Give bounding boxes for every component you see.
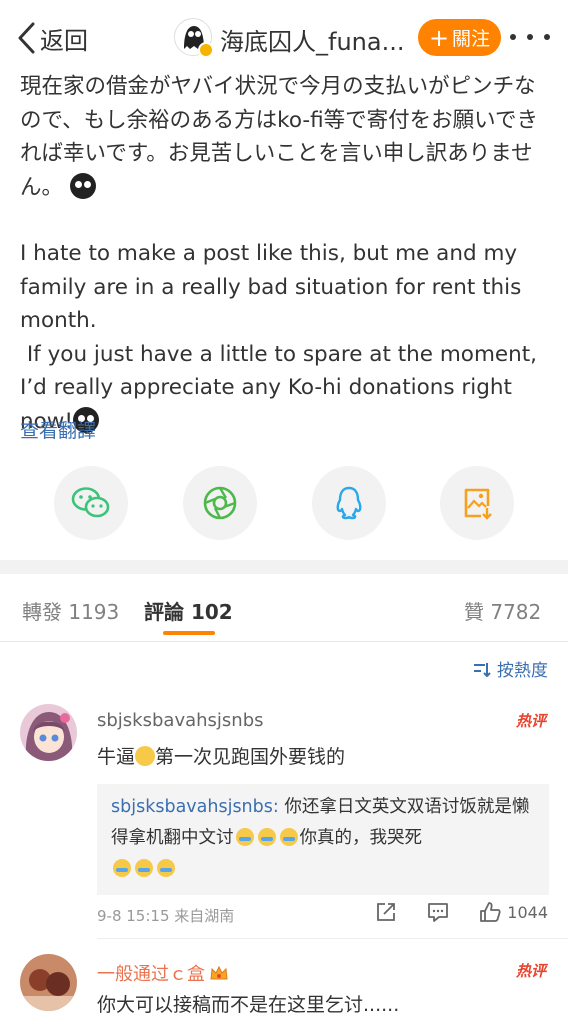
wechat-icon bbox=[71, 487, 110, 518]
crying-emoji-icon bbox=[257, 828, 276, 846]
crown-badge-icon bbox=[210, 965, 228, 980]
post-text-english-2: If you just have a little to spare at th… bbox=[20, 338, 550, 439]
reply-username[interactable]: sbjsksbavahsjsnbs: bbox=[111, 797, 279, 817]
crying-emoji-icon bbox=[157, 859, 175, 877]
hot-comment-badge: 热评 bbox=[515, 962, 546, 980]
more-options-button[interactable] bbox=[510, 26, 550, 48]
qq-icon bbox=[336, 486, 362, 520]
user-photo-avatar-icon bbox=[20, 954, 77, 1011]
more-dot-icon bbox=[544, 34, 550, 40]
follow-label: 關注 bbox=[452, 28, 491, 50]
reply-comment-icon[interactable] bbox=[427, 901, 449, 923]
tab-comments[interactable]: 評論 102 bbox=[144, 596, 233, 625]
post-body: 現在家の借金がヤバイ状況で今月の支払いがピンチなので、もし余裕のある方はko-f… bbox=[20, 70, 550, 438]
comment-text-part-1: 牛逼 bbox=[97, 746, 136, 768]
share-moments-button[interactable] bbox=[183, 466, 257, 540]
active-tab-indicator bbox=[163, 631, 215, 635]
crying-emoji-icon bbox=[235, 828, 254, 846]
comment-text: 你大可以接稿而不是在这里乞讨...... bbox=[97, 994, 400, 1016]
thumbs-up-icon[interactable] bbox=[479, 901, 501, 923]
chevron-left-icon bbox=[18, 22, 35, 54]
post-text-japanese: 現在家の借金がヤバイ状況で今月の支払いがピンチなので、もし余裕のある方はko-f… bbox=[20, 70, 550, 204]
reply-text-part-2: 你真的，我哭死 bbox=[299, 828, 423, 848]
top-nav-bar: 返回 海底囚人_funa... + 關注 bbox=[0, 0, 568, 72]
tab-likes-label: 贊 bbox=[464, 600, 484, 624]
comment-source: 来自湖南 bbox=[174, 907, 235, 925]
plus-icon: + bbox=[428, 23, 450, 52]
moments-icon bbox=[203, 486, 237, 520]
commenter-avatar[interactable] bbox=[20, 954, 77, 1011]
view-translation-link[interactable]: 查看翻譯 bbox=[20, 416, 96, 443]
author-name[interactable]: 海底囚人_funa... bbox=[220, 22, 404, 57]
comment-separator bbox=[97, 938, 568, 939]
post-text-english-1: I hate to make a post like this, but me … bbox=[20, 241, 529, 333]
tab-reposts-count: 1193 bbox=[68, 600, 120, 624]
share-row bbox=[0, 466, 568, 542]
share-qq-button[interactable] bbox=[312, 466, 386, 540]
comment-text: 牛逼 第一次见跑国外要钱的 bbox=[97, 742, 345, 769]
tab-reposts-label: 轉發 bbox=[22, 600, 62, 624]
crying-emoji-icon bbox=[113, 859, 131, 877]
sort-label: 按熱度 bbox=[497, 661, 548, 681]
verified-badge-icon bbox=[198, 42, 214, 58]
crying-emoji-icon bbox=[69, 172, 96, 199]
laughing-emoji-icon bbox=[135, 746, 156, 766]
crying-emoji-icon bbox=[135, 859, 153, 877]
more-dot-icon bbox=[510, 34, 516, 40]
comment-time: 9-8 15:15 bbox=[97, 907, 170, 925]
tab-likes[interactable]: 贊 7782 bbox=[464, 596, 541, 625]
comment-actions: 1044 bbox=[345, 901, 548, 923]
anime-girl-avatar-icon bbox=[20, 704, 77, 761]
commenter-name[interactable]: sbjsksbavahsjsnbs bbox=[97, 710, 264, 731]
comment-meta: 9-8 15:15 来自湖南 bbox=[97, 905, 234, 926]
crying-emoji-icon bbox=[279, 828, 298, 846]
more-dot-icon bbox=[527, 34, 533, 40]
reply-preview[interactable]: sbjsksbavahsjsnbs: 你还拿日文英文双语讨饭就是懒得拿机翻中文讨… bbox=[97, 784, 549, 895]
share-out-icon[interactable] bbox=[375, 901, 397, 923]
sort-icon bbox=[474, 662, 491, 677]
hot-comment-badge: 热评 bbox=[515, 712, 546, 730]
follow-button[interactable]: + 關注 bbox=[418, 19, 501, 56]
sort-by-hotness-button[interactable]: 按熱度 bbox=[473, 656, 548, 681]
post-text-japanese-content: 現在家の借金がヤバイ状況で今月の支払いがピンチなので、もし余裕のある方はko-f… bbox=[20, 74, 539, 200]
interaction-tabs: 轉發 1193 評論 102 贊 7782 bbox=[0, 574, 568, 642]
commenter-name-text: 一般通过ｃ盒 bbox=[97, 964, 205, 985]
commenter-name[interactable]: 一般通过ｃ盒 bbox=[97, 960, 229, 986]
tab-comments-label: 評論 bbox=[144, 600, 184, 624]
tab-likes-count: 7782 bbox=[490, 600, 542, 624]
back-label: 返回 bbox=[40, 26, 88, 55]
back-button[interactable]: 返回 bbox=[16, 18, 88, 58]
tab-comments-count: 102 bbox=[190, 600, 233, 624]
save-image-button[interactable] bbox=[440, 466, 514, 540]
share-wechat-button[interactable] bbox=[54, 466, 128, 540]
commenter-avatar[interactable] bbox=[20, 704, 77, 761]
section-divider bbox=[0, 560, 568, 574]
save-image-icon bbox=[464, 488, 492, 520]
tab-reposts[interactable]: 轉發 1193 bbox=[22, 596, 119, 625]
comment-text-part-2: 第一次见跑国外要钱的 bbox=[155, 746, 346, 768]
comment-like-count: 1044 bbox=[507, 902, 548, 922]
